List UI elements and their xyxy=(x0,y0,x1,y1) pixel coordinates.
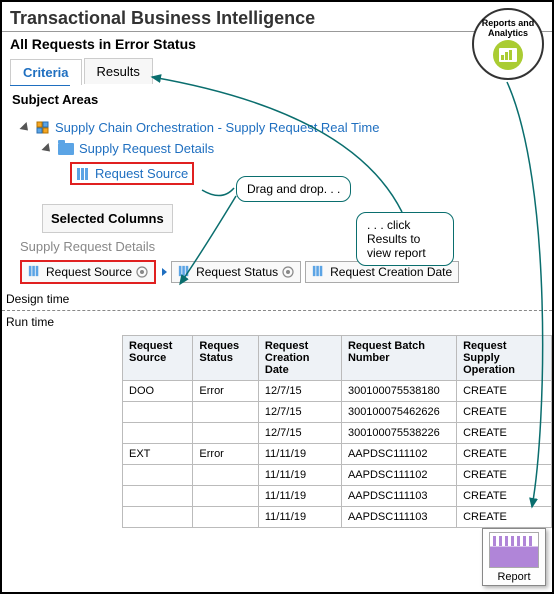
table-cell: CREATE xyxy=(457,486,552,507)
table-cell xyxy=(123,465,193,486)
tree-root[interactable]: Supply Chain Orchestration - Supply Requ… xyxy=(14,117,540,138)
selected-columns-heading: Selected Columns xyxy=(42,204,173,233)
column-chip-request-source[interactable]: Request Source xyxy=(20,260,156,284)
table-row: 11/11/19AAPDSC111102CREATE xyxy=(123,465,552,486)
table-cell xyxy=(193,423,258,444)
chevron-down-icon xyxy=(41,142,53,154)
table-cell: 300100075538180 xyxy=(341,381,456,402)
table-cell: 300100075462626 xyxy=(341,402,456,423)
table-cell: Error xyxy=(193,381,258,402)
table-cell: AAPDSC111103 xyxy=(341,507,456,528)
table-cell xyxy=(193,507,258,528)
tab-criteria[interactable]: Criteria xyxy=(10,59,82,85)
tab-bar: Criteria Results xyxy=(2,58,552,84)
table-header: Reques Status xyxy=(193,336,258,381)
table-header: Request Batch Number xyxy=(341,336,456,381)
table-row: EXTError11/11/19AAPDSC111102CREATE xyxy=(123,444,552,465)
chevron-down-icon xyxy=(19,121,31,133)
subject-areas-heading: Subject Areas xyxy=(2,86,552,115)
callout-click-results: . . . click Results to view report xyxy=(356,212,454,266)
column-icon xyxy=(312,265,326,279)
table-cell: CREATE xyxy=(457,381,552,402)
column-chip-label: Request Source xyxy=(46,265,132,279)
gear-icon[interactable] xyxy=(136,266,148,278)
table-row: 12/7/15300100075538226CREATE xyxy=(123,423,552,444)
column-chip-request-status[interactable]: Request Status xyxy=(171,261,301,283)
table-cell: CREATE xyxy=(457,444,552,465)
table-row: DOOError12/7/15300100075538180CREATE xyxy=(123,381,552,402)
table-cell: 11/11/19 xyxy=(258,465,341,486)
gear-icon[interactable] xyxy=(282,266,294,278)
table-cell: CREATE xyxy=(457,423,552,444)
table-row: 11/11/19AAPDSC111103CREATE xyxy=(123,507,552,528)
table-cell: Error xyxy=(193,444,258,465)
column-icon xyxy=(28,265,42,279)
column-chip-label: Request Status xyxy=(196,265,278,279)
table-cell: 12/7/15 xyxy=(258,381,341,402)
table-cell: DOO xyxy=(123,381,193,402)
reports-icon xyxy=(493,40,523,70)
phase-separator xyxy=(2,310,552,311)
table-cell xyxy=(123,507,193,528)
table-cell: CREATE xyxy=(457,402,552,423)
column-icon xyxy=(178,265,192,279)
table-cell: AAPDSC111102 xyxy=(341,465,456,486)
tree-root-label: Supply Chain Orchestration - Supply Requ… xyxy=(55,120,379,135)
tree-leaf-label: Request Source xyxy=(95,166,188,181)
run-time-label: Run time xyxy=(2,313,552,331)
table-cell xyxy=(193,486,258,507)
table-header: Request Source xyxy=(123,336,193,381)
table-cell: CREATE xyxy=(457,507,552,528)
tree-folder-label: Supply Request Details xyxy=(79,141,214,156)
table-cell: AAPDSC111102 xyxy=(341,444,456,465)
reports-analytics-badge[interactable]: Reports and Analytics xyxy=(472,8,544,80)
table-cell xyxy=(123,423,193,444)
table-cell xyxy=(193,465,258,486)
table-cell: 11/11/19 xyxy=(258,444,341,465)
table-cell xyxy=(123,486,193,507)
badge-label-line1: Reports and xyxy=(482,18,535,28)
table-cell xyxy=(193,402,258,423)
table-cell: 300100075538226 xyxy=(341,423,456,444)
chevron-right-icon xyxy=(162,268,167,276)
cube-icon xyxy=(36,121,50,135)
table-cell: AAPDSC111103 xyxy=(341,486,456,507)
tab-results[interactable]: Results xyxy=(84,58,153,84)
table-cell: CREATE xyxy=(457,465,552,486)
table-cell: 11/11/19 xyxy=(258,507,341,528)
folder-icon xyxy=(58,143,74,155)
table-cell: 11/11/19 xyxy=(258,486,341,507)
page-title: Transactional Business Intelligence xyxy=(2,2,552,32)
column-icon xyxy=(76,167,90,181)
tree-folder[interactable]: Supply Request Details xyxy=(14,138,540,159)
selected-columns-row: Request Source Request Status Request Cr… xyxy=(2,258,552,290)
table-row: 11/11/19AAPDSC111103CREATE xyxy=(123,486,552,507)
table-cell xyxy=(123,402,193,423)
page-subtitle: All Requests in Error Status xyxy=(2,32,552,58)
report-thumbnail-icon xyxy=(489,532,539,568)
report-output-table: Request SourceReques StatusRequest Creat… xyxy=(122,335,552,528)
table-header: Request Supply Operation xyxy=(457,336,552,381)
table-cell: EXT xyxy=(123,444,193,465)
report-card[interactable]: Report xyxy=(482,528,546,586)
table-header: Request Creation Date xyxy=(258,336,341,381)
table-row: 12/7/15300100075462626CREATE xyxy=(123,402,552,423)
callout-drag-drop: Drag and drop. . . xyxy=(236,176,351,202)
badge-label-line2: Analytics xyxy=(488,28,528,38)
design-time-label: Design time xyxy=(2,290,552,308)
selected-columns-group: Supply Request Details xyxy=(2,233,552,258)
table-cell: 12/7/15 xyxy=(258,423,341,444)
report-card-label: Report xyxy=(485,571,543,583)
column-chip-label: Request Creation Date xyxy=(330,265,452,279)
table-cell: 12/7/15 xyxy=(258,402,341,423)
